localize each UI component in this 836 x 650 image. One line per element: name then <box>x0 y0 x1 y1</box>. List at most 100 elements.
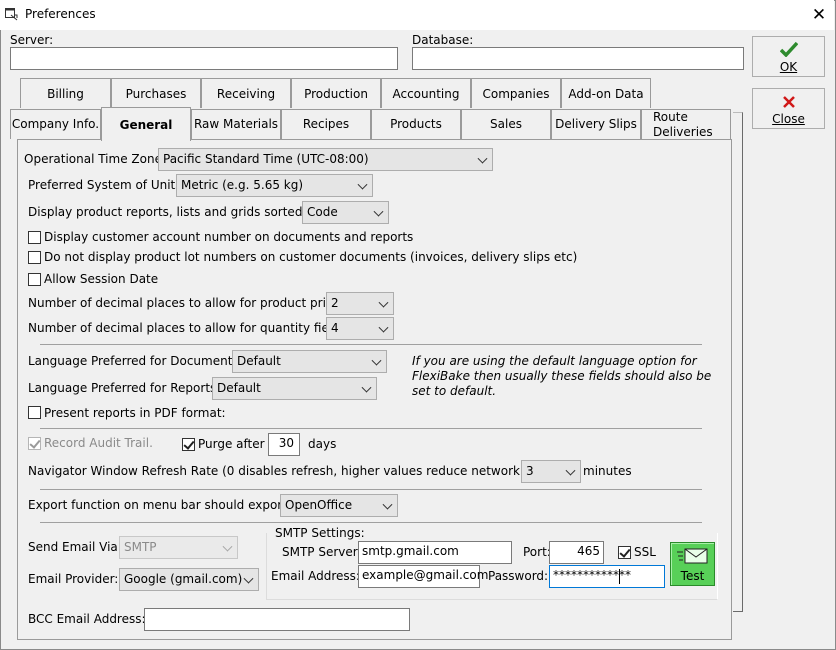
ok-button[interactable]: OK <box>752 36 825 77</box>
chevron-down-icon <box>361 382 372 393</box>
tab-accounting[interactable]: Accounting <box>381 78 471 108</box>
refresh-rate-unit: minutes <box>583 464 632 478</box>
bcc-input[interactable] <box>144 608 410 631</box>
server-input[interactable] <box>10 47 398 70</box>
price-decimals-select[interactable]: 2 <box>326 292 394 315</box>
purge-days-unit: days <box>308 437 337 451</box>
chevron-down-icon <box>373 206 384 217</box>
email-provider-label: Email Provider: <box>28 572 119 586</box>
price-decimals-label: Number of decimal places to allow for pr… <box>28 296 351 310</box>
ok-label: OK <box>779 60 798 74</box>
preferences-window-icon <box>5 8 18 21</box>
export-label: Export function on menu bar should expor… <box>28 498 307 512</box>
email-address-label: Email Address: <box>271 569 360 583</box>
email-provider-select[interactable]: Google (gmail.com) <box>119 568 259 591</box>
qty-decimals-label: Number of decimal places to allow for qu… <box>28 321 351 335</box>
database-input[interactable] <box>412 47 744 70</box>
tab-production[interactable]: Production <box>291 78 381 108</box>
pdf-format-label: Present reports in PDF format: <box>44 406 226 420</box>
pdf-format-checkbox[interactable] <box>28 406 41 419</box>
export-select[interactable]: OpenOffice <box>280 494 398 517</box>
lot-numbers-checkbox[interactable] <box>28 251 41 264</box>
separator <box>40 522 702 523</box>
tab-delivery-slips[interactable]: Delivery Slips <box>551 109 641 139</box>
units-select[interactable]: Metric (e.g. 5.65 kg) <box>176 174 373 197</box>
port-label: Port: <box>523 545 551 559</box>
tab-companies[interactable]: Companies <box>471 78 561 108</box>
chevron-down-icon <box>222 541 233 552</box>
separator <box>40 428 702 429</box>
session-date-label: Allow Session Date <box>44 272 159 286</box>
ssl-label: SSL <box>634 545 656 559</box>
timezone-label: Operational Time Zone: <box>24 152 166 166</box>
test-button[interactable]: Test <box>670 542 715 586</box>
window-close-icon[interactable]: ✕ <box>808 5 830 25</box>
lang-reports-select[interactable]: Default <box>212 377 377 400</box>
tab-add-on-data[interactable]: Add-on Data <box>561 78 651 108</box>
ssl-checkbox[interactable] <box>618 546 631 559</box>
password-label: Password: <box>488 569 549 583</box>
text-caret <box>619 569 620 584</box>
tab-panel-shadow <box>733 112 743 612</box>
lang-reports-label: Language Preferred for Reports: <box>28 381 221 395</box>
sort-label: Display product reports, lists and grids… <box>28 205 325 219</box>
tab-billing[interactable]: Billing <box>20 78 111 108</box>
qty-decimals-select[interactable]: 4 <box>326 317 394 340</box>
smtp-server-label: SMTP Server: <box>282 545 362 559</box>
separator <box>40 489 702 490</box>
smtp-server-input[interactable]: smtp.gmail.com <box>358 541 512 564</box>
lot-numbers-label: Do not display product lot numbers on cu… <box>44 250 578 264</box>
chevron-down-icon <box>357 179 368 190</box>
timezone-select[interactable]: Pacific Standard Time (UTC-08:00) <box>158 148 493 171</box>
tab-products[interactable]: Products <box>371 109 461 139</box>
chevron-down-icon <box>243 573 254 584</box>
test-label: Test <box>680 569 705 583</box>
chevron-down-icon <box>477 153 488 164</box>
email-via-label: Send Email Via: <box>28 540 122 554</box>
account-number-checkbox[interactable] <box>28 231 41 244</box>
chevron-down-icon <box>382 499 393 510</box>
audit-trail-label: Record Audit Trail. <box>44 436 153 450</box>
password-input[interactable]: ************* <box>549 565 665 588</box>
tab-purchases[interactable]: Purchases <box>111 78 201 108</box>
refresh-rate-label: Navigator Window Refresh Rate (0 disable… <box>28 464 564 478</box>
smtp-settings-label: SMTP Settings: <box>275 526 367 541</box>
database-label: Database: <box>412 33 474 47</box>
tab-receiving[interactable]: Receiving <box>201 78 291 108</box>
lang-docs-select[interactable]: Default <box>232 350 387 373</box>
account-number-label: Display customer account number on docum… <box>44 230 414 244</box>
close-label: Close <box>772 112 805 126</box>
bcc-label: BCC Email Address: <box>28 612 146 626</box>
language-note: If you are using the default language op… <box>412 354 712 398</box>
chevron-down-icon <box>378 297 389 308</box>
tab-raw-materials[interactable]: Raw Materials <box>191 109 281 139</box>
purge-label: Purge after <box>198 437 265 451</box>
checkmark-icon <box>780 41 798 57</box>
tab-sales[interactable]: Sales <box>461 109 551 139</box>
chevron-down-icon <box>378 322 389 333</box>
lang-docs-label: Language Preferred for Documents: <box>28 354 243 368</box>
chevron-down-icon <box>371 355 382 366</box>
refresh-rate-select[interactable]: 3 <box>521 460 581 483</box>
tab-general[interactable]: General <box>101 107 191 141</box>
tab-route-deliveries[interactable]: Route Deliveries <box>641 109 731 139</box>
server-label: Server: <box>10 33 54 47</box>
session-date-checkbox[interactable] <box>28 273 41 286</box>
sort-select[interactable]: Code <box>302 201 389 224</box>
red-x-icon <box>783 96 795 108</box>
tab-recipes[interactable]: Recipes <box>281 109 371 139</box>
email-address-input[interactable]: example@gmail.com <box>358 565 488 588</box>
title-bar <box>0 0 834 30</box>
window-title: Preferences <box>25 7 96 21</box>
units-label: Preferred System of Units: <box>28 178 186 192</box>
tab-company-info[interactable]: Company Info. <box>10 109 101 139</box>
chevron-down-icon <box>565 465 576 476</box>
purge-days-input[interactable]: 30 <box>268 433 300 456</box>
port-input[interactable]: 465 <box>549 541 604 564</box>
audit-trail-checkbox <box>28 437 41 450</box>
email-via-select: SMTP <box>119 536 238 559</box>
close-button[interactable]: Close <box>752 88 825 129</box>
purge-checkbox[interactable] <box>182 438 195 451</box>
separator <box>40 344 702 345</box>
envelope-icon <box>677 548 708 564</box>
